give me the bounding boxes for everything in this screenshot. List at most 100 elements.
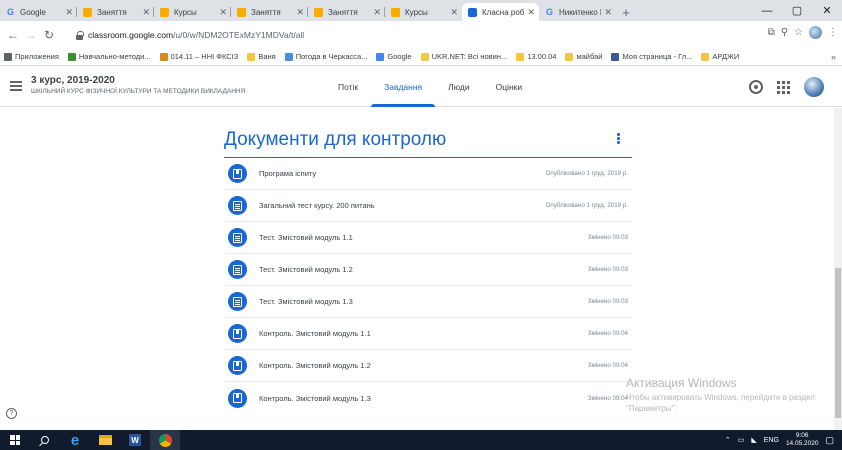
browser-tab-strip: G Google ✕ Заняття ✕ Курсы ✕ Заняття ✕ Заняття ✕ Ку…	[0, 0, 842, 21]
browser-tab-title: Никитенко В.	[559, 7, 601, 17]
url-host: classroom.google.com	[88, 29, 174, 40]
bookmark-item[interactable]: Приложения	[4, 52, 59, 61]
browser-tab-title: Заняття	[328, 7, 358, 17]
windows-taskbar: e W ⌃ ▭ ◣ ENG 9:06 14.05.2020 ▢	[0, 430, 842, 450]
browser-tab-title: Google	[20, 7, 46, 17]
clock[interactable]: 9:06 14.05.2020	[786, 432, 819, 448]
more-options-icon[interactable]	[617, 133, 620, 145]
bookmark-item[interactable]: Google	[376, 52, 412, 61]
close-tab-icon[interactable]: ✕	[527, 7, 535, 18]
nav-tab[interactable]: Завдання	[371, 67, 436, 107]
nav-tab[interactable]: Потік	[325, 67, 371, 107]
taskbar-edge[interactable]: e	[60, 430, 90, 450]
browser-tab-title: Курсы	[405, 7, 428, 17]
bookmark-label: Google	[387, 52, 412, 61]
clock-time: 9:06	[795, 432, 809, 439]
close-tab-icon[interactable]: ✕	[604, 7, 612, 18]
ukrnet-icon	[420, 52, 429, 61]
hamburger-menu-icon[interactable]	[10, 81, 22, 91]
bookmark-item[interactable]: 13.00.04	[516, 52, 556, 61]
minimize-icon[interactable]: —	[752, 0, 782, 21]
bookmark-item[interactable]: 014.11 – ННІ ФКСІЗ	[159, 52, 238, 61]
browser-toolbar: ← → ↻ classroom.google.com/u/0/w/NDM2OTE…	[0, 21, 842, 48]
edge-icon: e	[70, 431, 80, 449]
forward-icon[interactable]: →	[22, 28, 40, 42]
close-tab-icon[interactable]: ✕	[219, 7, 227, 18]
close-tab-icon[interactable]: ✕	[296, 7, 304, 18]
topic-items: Програма іспиту Опубліковано 1 груд. 2019…	[224, 158, 632, 414]
bookmarks-overflow-icon[interactable]: »	[831, 52, 836, 62]
chrome-menu-icon[interactable]: ⋮	[828, 27, 838, 38]
facebook-icon	[611, 52, 620, 61]
browser-tab[interactable]: G Никитенко В.✕	[539, 3, 616, 21]
bookmark-star-icon[interactable]: ☆	[794, 27, 803, 38]
close-tab-icon[interactable]: ✕	[142, 7, 150, 18]
classwork-item-title: Програма іспиту	[259, 169, 317, 178]
classwork-item[interactable]: Тест. Змістовий модуль 1.1 Змінено 09:03	[224, 222, 632, 254]
classwork-item-status: Змінено 09:03	[587, 298, 628, 305]
zoom-icon[interactable]: ⚲	[781, 27, 788, 38]
clock-date: 14.05.2020	[785, 440, 819, 447]
taskbar-word[interactable]: W	[120, 430, 150, 450]
search-button[interactable]	[30, 430, 60, 450]
google-apps-icon[interactable]	[777, 80, 790, 94]
course-title[interactable]: 3 курс, 2019-2020	[31, 75, 115, 86]
tray-arrow-icon[interactable]: ⌃	[725, 436, 731, 444]
bookmark-item[interactable]: АРДЖИ	[701, 52, 739, 61]
scrollbar-thumb[interactable]	[835, 268, 841, 418]
close-tab-icon[interactable]: ✕	[65, 7, 73, 18]
profile-avatar[interactable]	[809, 26, 822, 39]
classwork-item-title: Тест. Змістовий модуль 1.3	[259, 297, 353, 306]
classwork-item-status: Змінено 09:03	[587, 266, 628, 273]
battery-icon[interactable]: ▭	[738, 436, 745, 444]
classwork-item[interactable]: Програма іспиту Опубліковано 1 груд. 2019…	[224, 158, 632, 190]
bookmark-item[interactable]: Навчально-методи...	[67, 52, 151, 61]
back-icon[interactable]: ←	[4, 28, 22, 42]
maximize-icon[interactable]: ▢	[782, 0, 812, 21]
taskbar-explorer[interactable]	[90, 430, 120, 450]
browser-tab[interactable]: Заняття ✕	[77, 3, 154, 21]
nav-tab[interactable]: Оцінки	[483, 67, 536, 107]
bookmark-item[interactable]: майбай	[565, 52, 602, 61]
nav-tab[interactable]: Люди	[435, 67, 482, 107]
translate-icon[interactable]: ⧉	[768, 27, 775, 38]
classwork-item[interactable]: Контроль. Змістовий модуль 1.3 Змінено 09…	[224, 382, 632, 414]
browser-tab[interactable]: Курсы ✕	[385, 3, 462, 21]
settings-gear-icon[interactable]	[749, 80, 763, 94]
classwork-item[interactable]: Контроль. Змістовий модуль 1.2 Змінено 09…	[224, 350, 632, 382]
bookmark-item[interactable]: Моя страница - Гл...	[611, 52, 692, 61]
taskbar-chrome[interactable]	[150, 430, 180, 450]
account-avatar[interactable]	[804, 77, 824, 97]
close-window-icon[interactable]: ✕	[812, 0, 842, 21]
folder-icon	[516, 52, 525, 61]
classwork-item-title: Загальний тест курсу. 200 питань	[259, 201, 375, 210]
start-button[interactable]	[0, 430, 30, 450]
browser-tab[interactable]: Курсы ✕	[154, 3, 231, 21]
reload-icon[interactable]: ↻	[40, 28, 58, 42]
language-indicator[interactable]: ENG	[764, 437, 779, 444]
classwork-item[interactable]: Тест. Змістовий модуль 1.3 Змінено 09:03	[224, 286, 632, 318]
bookmark-item[interactable]: Ваня	[247, 52, 276, 61]
bookmark-item[interactable]: Погода в Черкасса...	[284, 52, 367, 61]
classwork-item-status: Опубліковано 1 груд. 2019 р.	[545, 170, 628, 177]
classwork-item[interactable]: Контроль. Змістовий модуль 1.1 Змінено 09…	[224, 318, 632, 350]
page-scrollbar[interactable]	[834, 108, 842, 430]
help-icon[interactable]: ?	[6, 408, 17, 419]
close-tab-icon[interactable]: ✕	[373, 7, 381, 18]
material-icon	[228, 324, 247, 343]
browser-tab[interactable]: Заняття ✕	[231, 3, 308, 21]
close-tab-icon[interactable]: ✕	[450, 7, 458, 18]
material-icon	[228, 356, 247, 375]
classroom-icon	[83, 7, 92, 17]
browser-tab[interactable]: G Google ✕	[0, 3, 77, 21]
classwork-item[interactable]: Загальний тест курсу. 200 питань Опубліко…	[224, 190, 632, 222]
bookmark-item[interactable]: UKR.NET: Всі новин...	[420, 52, 507, 61]
network-icon[interactable]: ◣	[751, 436, 756, 444]
notifications-icon[interactable]: ▢	[825, 435, 834, 446]
lock-icon	[76, 30, 84, 40]
browser-tab[interactable]: Класна робот✕	[462, 3, 539, 21]
address-bar[interactable]: classroom.google.com/u/0/w/NDM2OTExMzY1M…	[76, 25, 736, 44]
browser-tab[interactable]: Заняття ✕	[308, 3, 385, 21]
new-tab-button[interactable]: +	[616, 3, 636, 21]
classwork-item[interactable]: Тест. Змістовий модуль 1.2 Змінено 09:03	[224, 254, 632, 286]
